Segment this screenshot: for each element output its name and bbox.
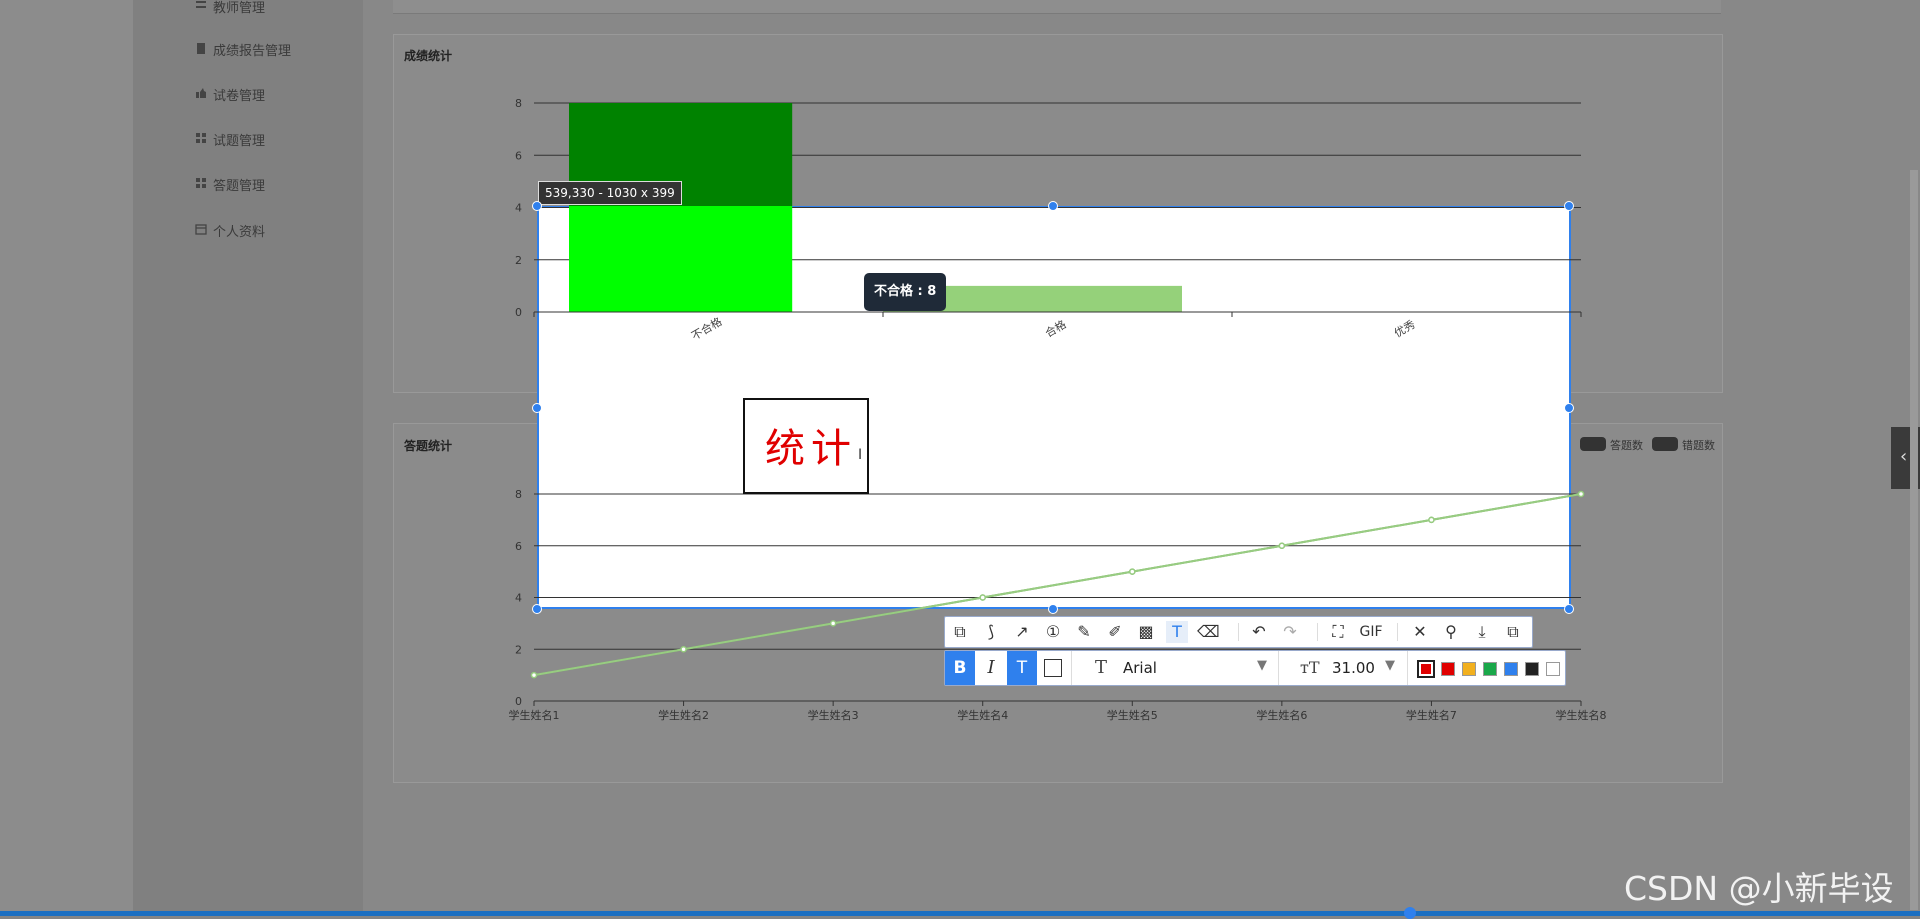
color-swatch-yellow[interactable] [1462, 662, 1476, 676]
bottom-progress-bar [0, 911, 1920, 916]
text-background-button[interactable] [1044, 659, 1062, 677]
chevron-down-icon[interactable]: ▼ [1385, 658, 1395, 673]
chevron-down-icon[interactable]: ▼ [1257, 658, 1267, 673]
italic-button[interactable]: I [975, 651, 1007, 685]
color-swatch-black[interactable] [1525, 662, 1539, 676]
polyline-icon[interactable]: ⟆ [980, 621, 1002, 643]
resize-handle-s[interactable] [1048, 604, 1058, 614]
y-tick-label: 4 [515, 202, 522, 215]
color-swatch-blue[interactable] [1504, 662, 1518, 676]
selected-color-fill [1421, 664, 1431, 674]
text-annotation[interactable]: 统计 [765, 416, 857, 474]
x-tick-label: 不合格 [689, 314, 725, 343]
bar [569, 206, 793, 312]
arrow-icon[interactable]: ↗ [1011, 621, 1033, 643]
text-cursor-icon: I [858, 447, 863, 463]
color-swatch-white[interactable] [1546, 662, 1560, 676]
chart-tooltip: 不合格 : 8 [864, 273, 947, 311]
text-outline-button[interactable]: T [1007, 651, 1037, 685]
font-icon: T [1095, 657, 1108, 678]
text-annotation-box[interactable]: 统计 [743, 398, 869, 494]
x-tick-label: 学生姓名3 [808, 708, 859, 722]
y-tick-label: 0 [515, 695, 522, 708]
annotation-toolbar: ⧉ ⟆ ↗ ① ✎ ✐ ▩ T ⌫ ↶ ↷ ⛶ GIF ✕ ⚲ ⤓ ⧉ [944, 616, 1533, 648]
x-tick-label: 学生姓名1 [509, 708, 560, 722]
data-point [1129, 568, 1136, 575]
data-point [530, 671, 538, 679]
x-tick-label: 学生姓名2 [658, 708, 709, 722]
resize-handle-sw[interactable] [532, 604, 542, 614]
y-tick-label: 8 [515, 488, 522, 501]
number-marker-icon[interactable]: ① [1042, 621, 1064, 643]
y-tick-label: 4 [515, 592, 522, 605]
color-swatch-red[interactable] [1441, 662, 1455, 676]
answer-line-chart: 0 2 4 6 8 学生姓名1 学生姓名2 学生姓名3 学生姓名4 学生姓名5 学生姓名6 学生姓名7… [509, 488, 1607, 722]
x-tick-label: 学生姓名7 [1406, 708, 1457, 722]
shape-icon[interactable]: ⧉ [949, 621, 971, 643]
ocr-icon[interactable]: ⛶ [1327, 621, 1349, 643]
data-point [1577, 490, 1585, 498]
font-family-select[interactable]: Arial [1123, 659, 1157, 677]
resize-handle-n[interactable] [1048, 201, 1058, 211]
x-tick-label: 学生姓名5 [1107, 708, 1158, 722]
charts-svg: 0 2 4 6 8 不合格 合格 优秀 0 2 4 6 8 学生姓名1 学生姓名2 学生姓名3 学生姓名4 学生… [509, 97, 1607, 722]
data-point [829, 620, 837, 627]
toolbar-divider [1238, 623, 1239, 641]
redo-icon[interactable]: ↷ [1279, 621, 1301, 643]
x-tick-label: 合格 [1042, 317, 1068, 340]
y-tick-label: 6 [515, 149, 522, 162]
eraser-icon[interactable]: ⌫ [1197, 621, 1220, 643]
font-size-icon: ᴛT [1300, 658, 1320, 677]
close-icon[interactable]: ✕ [1409, 621, 1431, 643]
font-size-select[interactable]: 31.00 [1332, 659, 1375, 677]
resize-handle-nw[interactable] [532, 201, 542, 211]
data-point [1428, 516, 1435, 524]
resize-handle-e[interactable] [1564, 403, 1574, 413]
text-tool-icon[interactable]: T [1166, 621, 1188, 643]
y-tick-label: 2 [515, 254, 522, 267]
toolbar-divider [1317, 623, 1318, 641]
download-icon[interactable]: ⤓ [1471, 621, 1493, 643]
x-tick-label: 学生姓名4 [957, 708, 1008, 722]
gif-button[interactable]: GIF [1356, 621, 1386, 643]
toolbar-divider [1071, 651, 1072, 685]
y-tick-label: 8 [515, 97, 522, 110]
x-tick-label: 学生姓名8 [1556, 708, 1607, 722]
resize-handle-se[interactable] [1564, 604, 1574, 614]
pin-icon[interactable]: ⚲ [1440, 621, 1462, 643]
data-point [680, 646, 687, 653]
copy-icon[interactable]: ⧉ [1502, 621, 1524, 643]
undo-icon[interactable]: ↶ [1248, 621, 1270, 643]
y-tick-label: 2 [515, 643, 522, 656]
text-format-toolbar: B I T T Arial ▼ ᴛT 31.00 ▼ [944, 650, 1566, 686]
data-point [1278, 542, 1286, 549]
toolbar-divider [1278, 651, 1279, 685]
color-swatch-green[interactable] [1483, 662, 1497, 676]
highlighter-icon[interactable]: ✐ [1104, 621, 1126, 643]
data-point [979, 594, 986, 601]
bold-button[interactable]: B [945, 651, 975, 685]
x-tick-label: 学生姓名6 [1256, 708, 1307, 722]
resize-handle-ne[interactable] [1564, 201, 1574, 211]
pencil-icon[interactable]: ✎ [1073, 621, 1095, 643]
x-tick-label: 优秀 [1392, 318, 1418, 340]
toolbar-divider [1397, 623, 1398, 641]
selection-size-label: 539,330 - 1030 x 399 [538, 181, 682, 205]
watermark: CSDN @小新毕设 [1624, 869, 1894, 908]
progress-knob[interactable] [1404, 907, 1416, 919]
y-tick-label: 0 [515, 306, 522, 319]
scrollbar-thumb[interactable] [1910, 170, 1918, 910]
score-bar-chart: 0 2 4 6 8 不合格 合格 优秀 [515, 97, 1582, 343]
chevron-left-icon: ‹ [1900, 446, 1908, 467]
y-tick-label: 6 [515, 540, 522, 553]
resize-handle-w[interactable] [532, 403, 542, 413]
color-swatch-selected[interactable] [1417, 660, 1435, 678]
toolbar-divider [1407, 651, 1408, 685]
mosaic-icon[interactable]: ▩ [1135, 621, 1157, 643]
